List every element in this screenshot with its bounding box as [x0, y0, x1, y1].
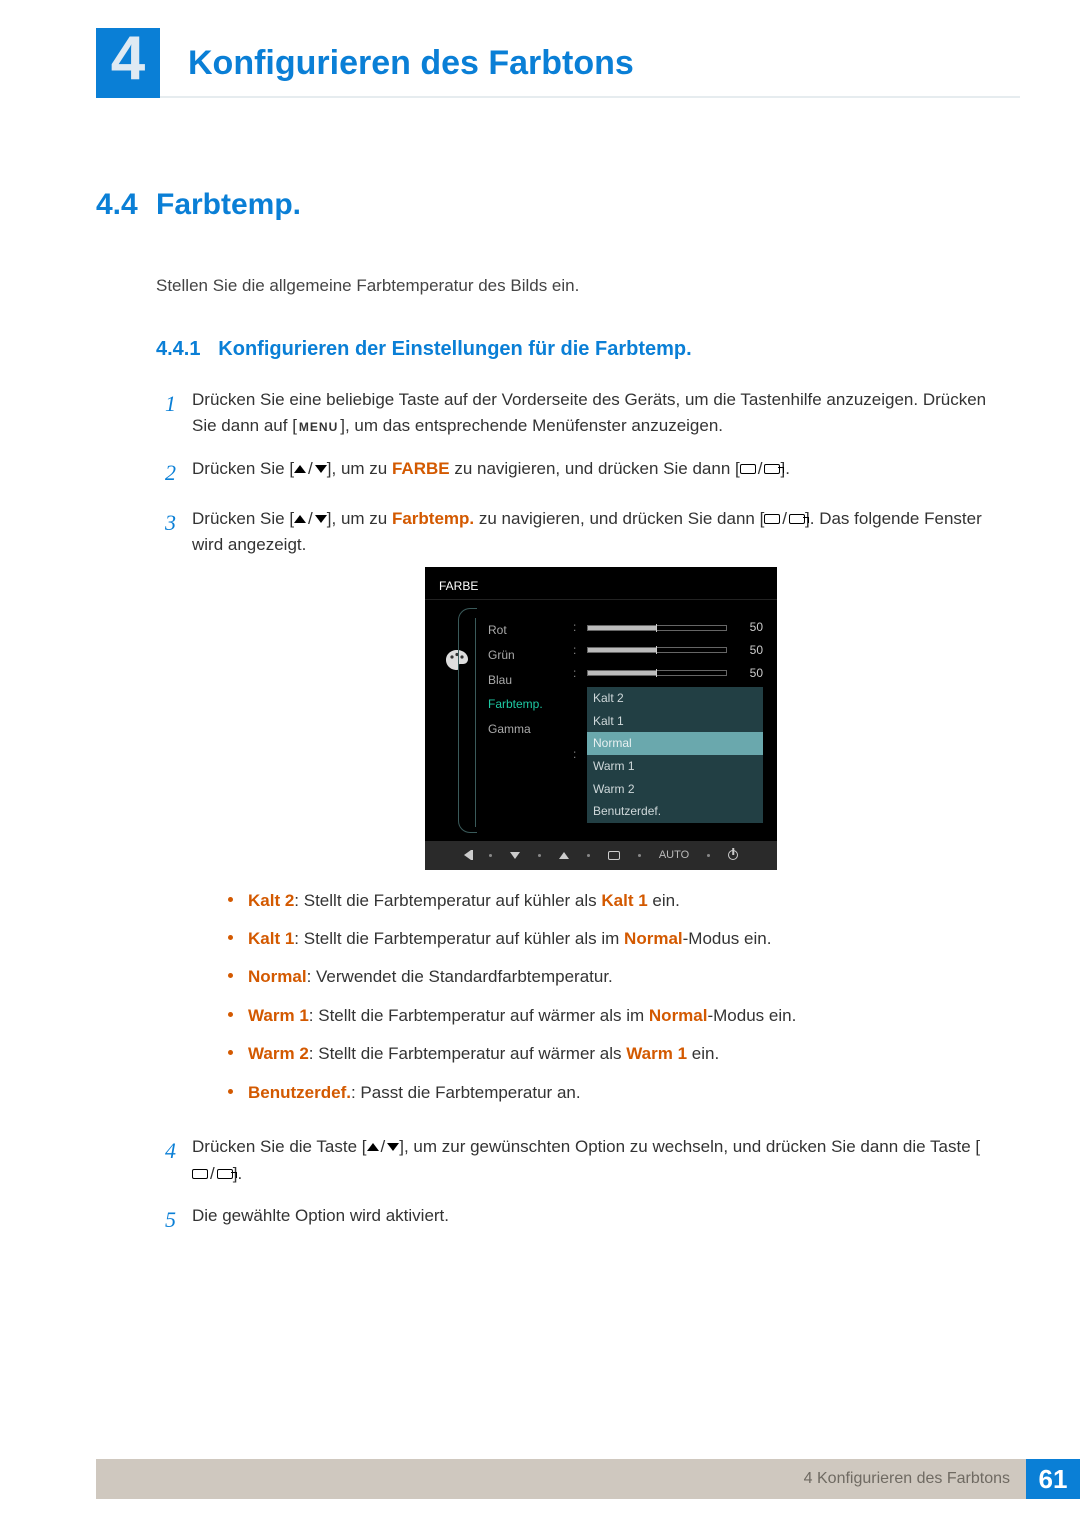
section-intro: Stellen Sie die allgemeine Farbtemperatu…	[156, 276, 1010, 296]
osd-mock: FARBE Rot Grün Blau Farbtemp. Gamma	[425, 567, 777, 870]
step-body: Drücken Sie [/], um zu FARBE zu navigier…	[192, 456, 1010, 490]
osd-option-list: Kalt 2 Kalt 1 Normal Warm 1 Warm 2 Benut…	[587, 687, 763, 823]
step-list: 1 Drücken Sie eine beliebige Taste auf d…	[156, 387, 1010, 1237]
option-bullets: Kalt 2: Stellt die Farbtemperatur auf kü…	[228, 888, 1010, 1106]
page-footer: 4 Konfigurieren des Farbtons 61	[96, 1459, 1080, 1499]
osd-row-rot: Rot	[488, 618, 563, 643]
bullet-benutzerdef: Benutzerdef.: Passt die Farbtemperatur a…	[228, 1080, 1010, 1106]
step-number: 2	[156, 456, 176, 490]
bullet-warm2: Warm 2: Stellt die Farbtemperatur auf wä…	[228, 1041, 1010, 1067]
section-heading: 4.4 Farbtemp.	[96, 188, 1010, 222]
osd-bar-rot: :50	[573, 618, 763, 637]
step-3: 3 Drücken Sie [/], um zu Farbtemp. zu na…	[156, 506, 1010, 1118]
enter-icon: /	[740, 456, 781, 482]
step-number: 1	[156, 387, 176, 440]
subsection-title: Konfigurieren der Einstellungen für die …	[218, 338, 691, 360]
chapter-header: 4 Konfigurieren des Farbtons	[96, 28, 1020, 98]
osd-row-gamma: Gamma	[488, 717, 563, 742]
up-icon	[559, 852, 569, 859]
step-1: 1 Drücken Sie eine beliebige Taste auf d…	[156, 387, 1010, 440]
step-body: Die gewählte Option wird aktiviert.	[192, 1203, 1010, 1237]
osd-row-blau: Blau	[488, 668, 563, 693]
section-title: Farbtemp.	[156, 188, 301, 222]
osd-opt-kalt2: Kalt 2	[587, 687, 763, 710]
enter-icon: /	[764, 506, 805, 532]
osd-opt-warm2: Warm 2	[587, 778, 763, 801]
osd-bar-blau: :50	[573, 664, 763, 683]
osd-footer: AUTO	[425, 841, 777, 870]
chapter-title: Konfigurieren des Farbtons	[188, 44, 634, 83]
chapter-number-box: 4	[96, 28, 160, 98]
step-number: 5	[156, 1203, 176, 1237]
footer-page-number: 61	[1026, 1459, 1080, 1499]
osd-row-farbtemp: Farbtemp.	[488, 692, 563, 717]
step-body: Drücken Sie die Taste [/], um zur gewüns…	[192, 1134, 1010, 1187]
arrows-icon: /	[367, 1134, 400, 1160]
enter-icon	[608, 851, 620, 860]
content: 4.4 Farbtemp. Stellen Sie die allgemeine…	[96, 188, 1010, 1253]
step-number: 4	[156, 1134, 176, 1187]
bullet-warm1: Warm 1: Stellt die Farbtemperatur auf wä…	[228, 1003, 1010, 1029]
header-rule	[160, 96, 1020, 98]
section-number: 4.4	[96, 188, 156, 222]
step-2: 2 Drücken Sie [/], um zu FARBE zu navigi…	[156, 456, 1010, 490]
auto-label: AUTO	[659, 847, 689, 864]
term-farbe: FARBE	[392, 459, 450, 478]
chapter-number: 4	[111, 28, 145, 90]
footer-text: 4 Konfigurieren des Farbtons	[96, 1459, 1026, 1499]
menu-icon: MENU	[297, 418, 340, 437]
term-farbtemp: Farbtemp.	[392, 509, 474, 528]
osd-opt-kalt1: Kalt 1	[587, 710, 763, 733]
step-body: Drücken Sie eine beliebige Taste auf der…	[192, 387, 1010, 440]
step-number: 3	[156, 506, 176, 1118]
osd-opt-warm1: Warm 1	[587, 755, 763, 778]
osd-right: :50 :50 :50 : Kalt 2 Kalt 1 Normal Warm …	[563, 618, 763, 826]
step-5: 5 Die gewählte Option wird aktiviert.	[156, 1203, 1010, 1237]
power-icon	[728, 850, 738, 860]
bullet-normal: Normal: Verwendet die Standardfarbtemper…	[228, 964, 1010, 990]
step-body: Drücken Sie [/], um zu Farbtemp. zu navi…	[192, 506, 1010, 1118]
down-icon	[510, 852, 520, 859]
arrows-icon: /	[294, 456, 327, 482]
bullet-kalt2: Kalt 2: Stellt die Farbtemperatur auf kü…	[228, 888, 1010, 914]
subsection-number: 4.4.1	[156, 338, 200, 360]
back-icon	[464, 850, 471, 860]
osd-opt-benutzer: Benutzerdef.	[587, 800, 763, 823]
osd-row-gruen: Grün	[488, 643, 563, 668]
osd-left-labels: Rot Grün Blau Farbtemp. Gamma	[475, 618, 563, 826]
osd-title: FARBE	[425, 573, 777, 601]
step-4: 4 Drücken Sie die Taste [/], um zur gewü…	[156, 1134, 1010, 1187]
subsection-heading: 4.4.1 Konfigurieren der Einstellungen fü…	[156, 338, 1010, 361]
enter-icon: /	[192, 1161, 233, 1187]
osd-bar-gruen: :50	[573, 641, 763, 660]
bullet-kalt1: Kalt 1: Stellt die Farbtemperatur auf kü…	[228, 926, 1010, 952]
osd-opt-normal: Normal	[587, 732, 763, 755]
arrows-icon: /	[294, 506, 327, 532]
